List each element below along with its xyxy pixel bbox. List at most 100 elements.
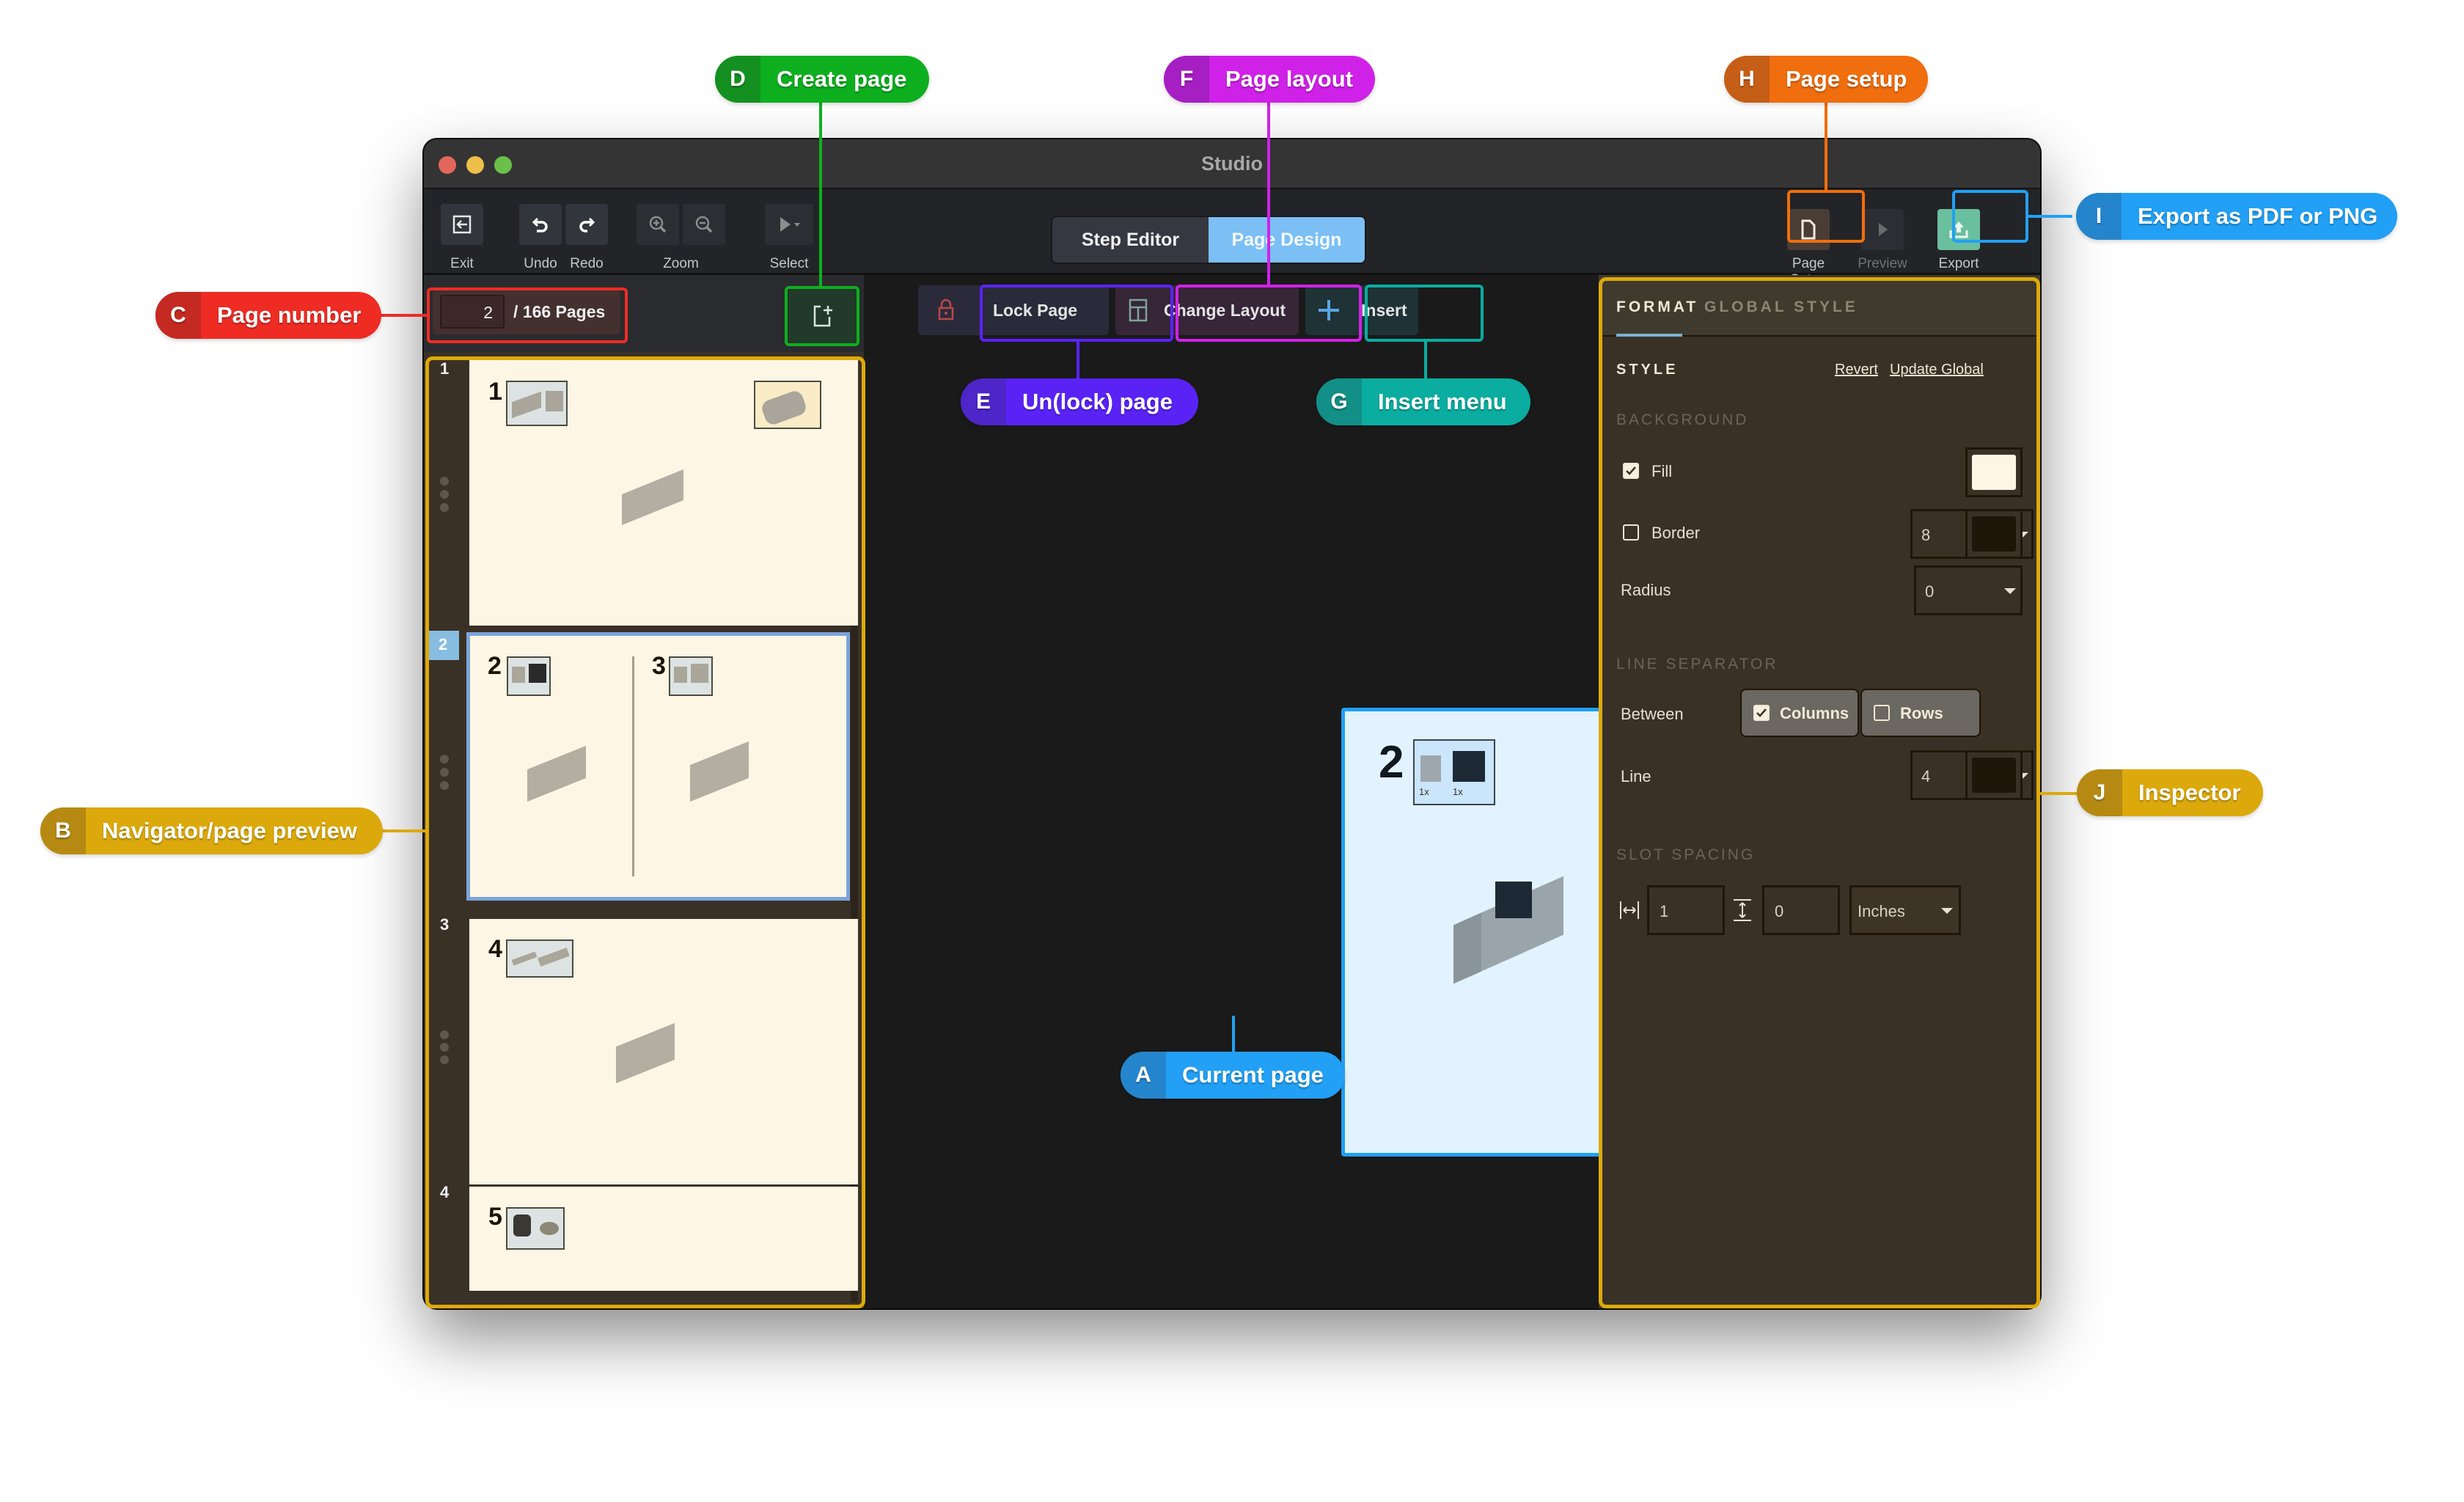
callout-text: Insert menu xyxy=(1378,389,1507,414)
line-separator-section-title: LINE SEPARATOR xyxy=(1616,656,1778,673)
callout-key: I xyxy=(2076,193,2122,240)
columns-toggle[interactable]: Columns xyxy=(1740,689,1859,737)
model-image xyxy=(622,469,683,525)
drag-handle-dot[interactable] xyxy=(440,755,449,763)
export-upload-icon xyxy=(1949,221,1968,238)
callout-key: J xyxy=(2077,769,2122,816)
connector-line xyxy=(1077,342,1079,378)
callout-current-page: A Current page xyxy=(1121,1052,1345,1099)
zoom-out-button[interactable] xyxy=(683,204,725,245)
mode-switch: Step Editor Page Design xyxy=(1051,216,1366,264)
redo-label: Redo xyxy=(570,256,604,271)
layout-icon xyxy=(1129,298,1148,322)
fill-checkbox[interactable] xyxy=(1623,463,1639,479)
export-label: Export xyxy=(1938,256,1979,271)
page-number-input[interactable]: 2 xyxy=(440,295,505,329)
drag-handle-dot[interactable] xyxy=(440,490,449,499)
submodel-preview xyxy=(754,381,821,429)
page-index-4: 4 xyxy=(440,1183,450,1201)
radius-dropdown[interactable]: 0 xyxy=(1914,565,2023,615)
callout-export: I Export as PDF or PNG xyxy=(2076,193,2397,240)
parts-list-box xyxy=(506,939,573,978)
spacing-unit-value: Inches xyxy=(1858,902,1905,920)
brick-image xyxy=(512,667,525,683)
connector-line xyxy=(1267,103,1270,286)
change-layout-button[interactable]: Change Layout xyxy=(1115,285,1299,335)
rows-toggle[interactable]: Rows xyxy=(1860,689,1981,737)
connector-line xyxy=(2028,215,2072,218)
undo-button[interactable] xyxy=(519,204,562,245)
border-color-swatch[interactable] xyxy=(1965,509,2023,559)
drag-handle-dot[interactable] xyxy=(440,1030,449,1039)
inspector-panel: FORMAT GLOBAL STYLE STYLE Revert Update … xyxy=(1599,275,2040,1308)
callout-key: C xyxy=(155,292,201,339)
border-checkbox[interactable] xyxy=(1623,524,1639,541)
columns-checkbox[interactable] xyxy=(1753,705,1770,721)
fill-color-swatch[interactable] xyxy=(1965,447,2023,497)
callout-text: Page number xyxy=(217,302,362,328)
horizontal-spacing-input[interactable]: 1 xyxy=(1647,885,1725,935)
redo-button[interactable] xyxy=(565,204,608,245)
page-thumbnail-1[interactable]: 1 xyxy=(469,360,858,626)
step-number: 4 xyxy=(488,935,502,963)
horizontal-spacing-icon xyxy=(1620,901,1639,919)
between-label: Between xyxy=(1621,705,1684,723)
redo-icon xyxy=(579,217,595,232)
spacing-unit-dropdown[interactable]: Inches xyxy=(1849,885,1961,935)
page-setup-button[interactable] xyxy=(1787,209,1830,250)
zoom-in-button[interactable] xyxy=(637,204,679,245)
page-index-3: 3 xyxy=(440,915,450,934)
drag-handle-dot[interactable] xyxy=(440,503,449,512)
tab-page-design[interactable]: Page Design xyxy=(1209,217,1365,263)
plus-icon xyxy=(1319,300,1339,320)
parts-list-box xyxy=(669,656,713,696)
exit-label: Exit xyxy=(450,256,474,271)
border-width-value: 8 xyxy=(1921,526,1931,544)
select-label: Select xyxy=(769,256,809,271)
connector-line xyxy=(378,314,427,317)
page-thumbnail-4[interactable]: 5 xyxy=(469,1187,858,1291)
line-width-value: 4 xyxy=(1921,767,1931,785)
vertical-spacing-value: 0 xyxy=(1775,902,1784,920)
tab-step-editor[interactable]: Step Editor xyxy=(1052,217,1209,263)
insert-button[interactable]: Insert xyxy=(1305,285,1418,335)
tab-global-style[interactable]: GLOBAL STYLE xyxy=(1704,298,1858,316)
horizontal-spacing-value: 1 xyxy=(1660,902,1669,920)
drag-handle-dot[interactable] xyxy=(440,1055,449,1064)
exit-button[interactable] xyxy=(441,204,483,245)
connector-line xyxy=(381,829,427,832)
drag-handle-dot[interactable] xyxy=(440,768,449,777)
page-thumbnail-2[interactable]: 2 3 xyxy=(466,632,850,901)
create-page-button[interactable] xyxy=(788,289,857,343)
brick-image xyxy=(691,664,708,683)
callout-unlock-page: E Un(lock) page xyxy=(961,378,1198,425)
update-global-link[interactable]: Update Global xyxy=(1890,362,1984,378)
brick-image xyxy=(513,1215,531,1237)
export-button[interactable] xyxy=(1937,209,1980,250)
revert-link[interactable]: Revert xyxy=(1835,362,1878,378)
drag-handle-dot[interactable] xyxy=(440,781,449,790)
page-thumbnail-3[interactable]: 4 xyxy=(469,919,858,1184)
connector-line xyxy=(1825,103,1827,191)
callout-key: B xyxy=(40,807,86,854)
callout-page-number: C Page number xyxy=(155,292,381,339)
lock-page-button[interactable]: Lock Page xyxy=(918,285,1109,335)
navigator-panel: 1 1 2 2 3 3 4 4 5 xyxy=(424,352,864,1308)
callout-insert-menu: G Insert menu xyxy=(1316,378,1530,425)
chevron-down-icon xyxy=(1941,908,1953,914)
drag-handle-dot[interactable] xyxy=(440,1043,449,1052)
brick-image xyxy=(546,391,563,411)
rows-checkbox[interactable] xyxy=(1874,705,1890,721)
tab-format[interactable]: FORMAT xyxy=(1616,298,1698,316)
step-number: 5 xyxy=(488,1203,502,1231)
drag-handle-dot[interactable] xyxy=(440,477,449,486)
line-color-swatch[interactable] xyxy=(1965,750,2023,800)
vertical-spacing-input[interactable]: 0 xyxy=(1762,885,1840,935)
step-number: 1 xyxy=(488,378,502,406)
preview-button[interactable] xyxy=(1861,209,1904,250)
callout-key: D xyxy=(715,56,760,103)
connector-line xyxy=(1424,342,1427,378)
model-image xyxy=(616,1022,675,1084)
page-index-1: 1 xyxy=(440,359,450,378)
select-tool-button[interactable] xyxy=(765,204,813,245)
